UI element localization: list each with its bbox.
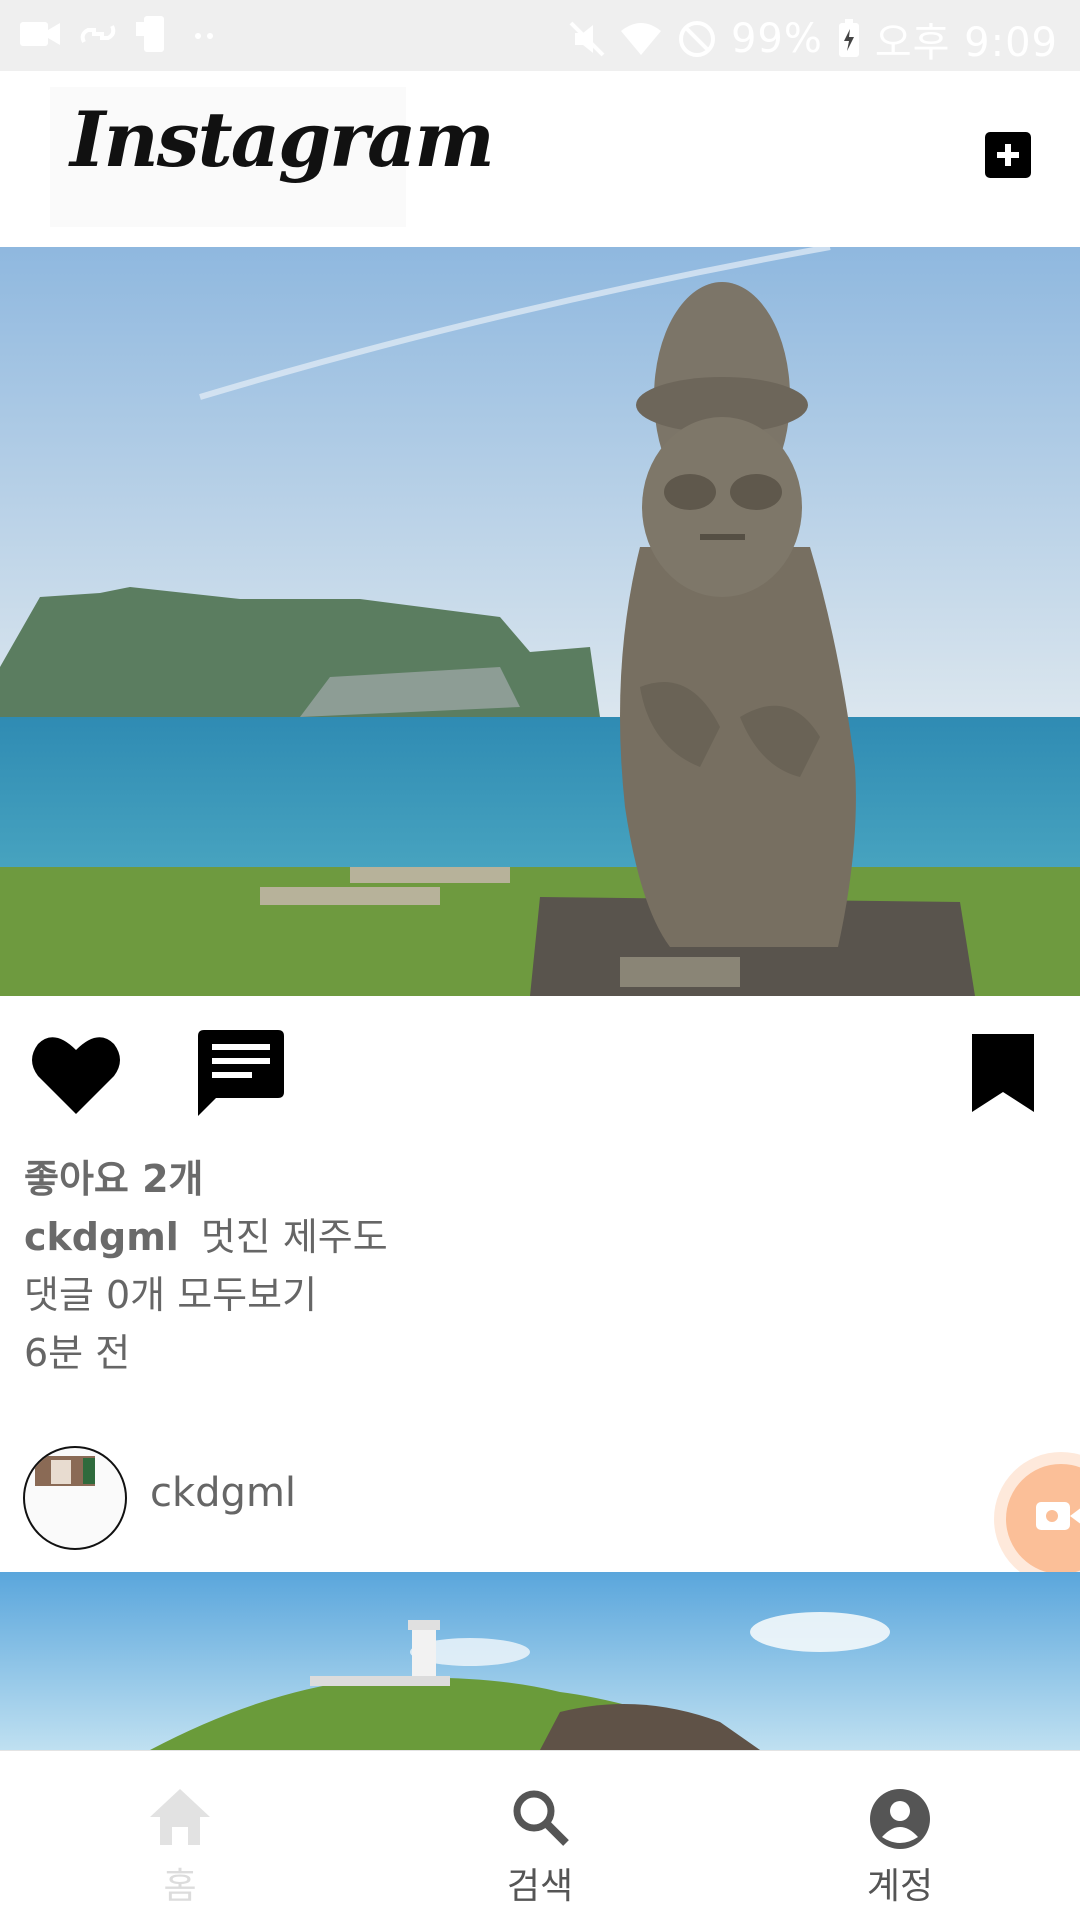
post-caption: 멋진 제주도 xyxy=(200,1215,388,1259)
bottom-navigation: 홈 검색 계정 xyxy=(0,1750,1080,1920)
post-timestamp: 6분 전 xyxy=(24,1331,131,1375)
nav-home[interactable]: 홈 xyxy=(0,1751,360,1920)
battery-percent: 99% xyxy=(730,16,823,62)
post-image xyxy=(0,247,1080,996)
like-count[interactable]: 좋아요 2개 xyxy=(24,1150,388,1208)
avatar-photo-detail xyxy=(51,1460,71,1484)
wifi-icon xyxy=(619,21,663,57)
floating-camera-button[interactable] xyxy=(1006,1464,1080,1574)
more-dots-icon xyxy=(190,24,220,44)
block-icon xyxy=(677,19,717,59)
avatar-photo-detail-2 xyxy=(83,1458,95,1484)
battery-icon xyxy=(837,19,861,59)
add-post-button[interactable] xyxy=(985,132,1031,178)
mute-icon xyxy=(569,19,605,59)
like-button[interactable] xyxy=(30,1032,122,1120)
instagram-logo: Instagram xyxy=(50,87,495,227)
comment-button[interactable] xyxy=(196,1028,286,1122)
avatar[interactable] xyxy=(23,1446,127,1550)
heart-icon xyxy=(32,1037,120,1114)
post-details: 좋아요 2개 ckdgml 멋진 제주도 댓글 0개 모두보기 6분 전 xyxy=(24,1150,388,1382)
next-post-image xyxy=(0,1572,1080,1750)
bookmark-icon xyxy=(972,1034,1034,1112)
nav-home-label: 홈 xyxy=(163,1866,197,1907)
caption-row: ckdgml 멋진 제주도 xyxy=(24,1208,388,1266)
next-post-username[interactable]: ckdgml xyxy=(150,1470,296,1516)
app-header: Instagram xyxy=(0,71,1080,247)
logo-text: Instagram xyxy=(70,95,495,184)
camera-lens-shape xyxy=(1070,1504,1080,1528)
comment-icon xyxy=(198,1030,284,1116)
nav-account-label: 계정 xyxy=(866,1866,934,1907)
search-icon xyxy=(513,1790,569,1846)
video-camera-icon xyxy=(18,16,62,52)
status-bar: 99% 오후 9:09 xyxy=(0,0,1080,71)
view-comments-link[interactable]: 댓글 0개 모두보기 xyxy=(24,1266,388,1324)
app-screen: 99% 오후 9:09 Instagram 좋아요 2개 ckdgml 멋진 제… xyxy=(0,0,1080,1920)
account-icon xyxy=(870,1789,930,1849)
camera-lens-dot xyxy=(1046,1510,1058,1522)
post-actions xyxy=(0,996,1080,1146)
phone-icon xyxy=(134,14,174,54)
link-icon xyxy=(78,16,118,52)
home-icon xyxy=(150,1789,210,1845)
nav-search-label: 검색 xyxy=(506,1866,574,1907)
nav-account[interactable]: 계정 xyxy=(720,1751,1080,1920)
clock: 오후 9:09 xyxy=(874,20,1058,66)
post-username[interactable]: ckdgml xyxy=(24,1215,179,1259)
nav-search[interactable]: 검색 xyxy=(360,1751,720,1920)
save-button[interactable] xyxy=(970,1032,1036,1118)
